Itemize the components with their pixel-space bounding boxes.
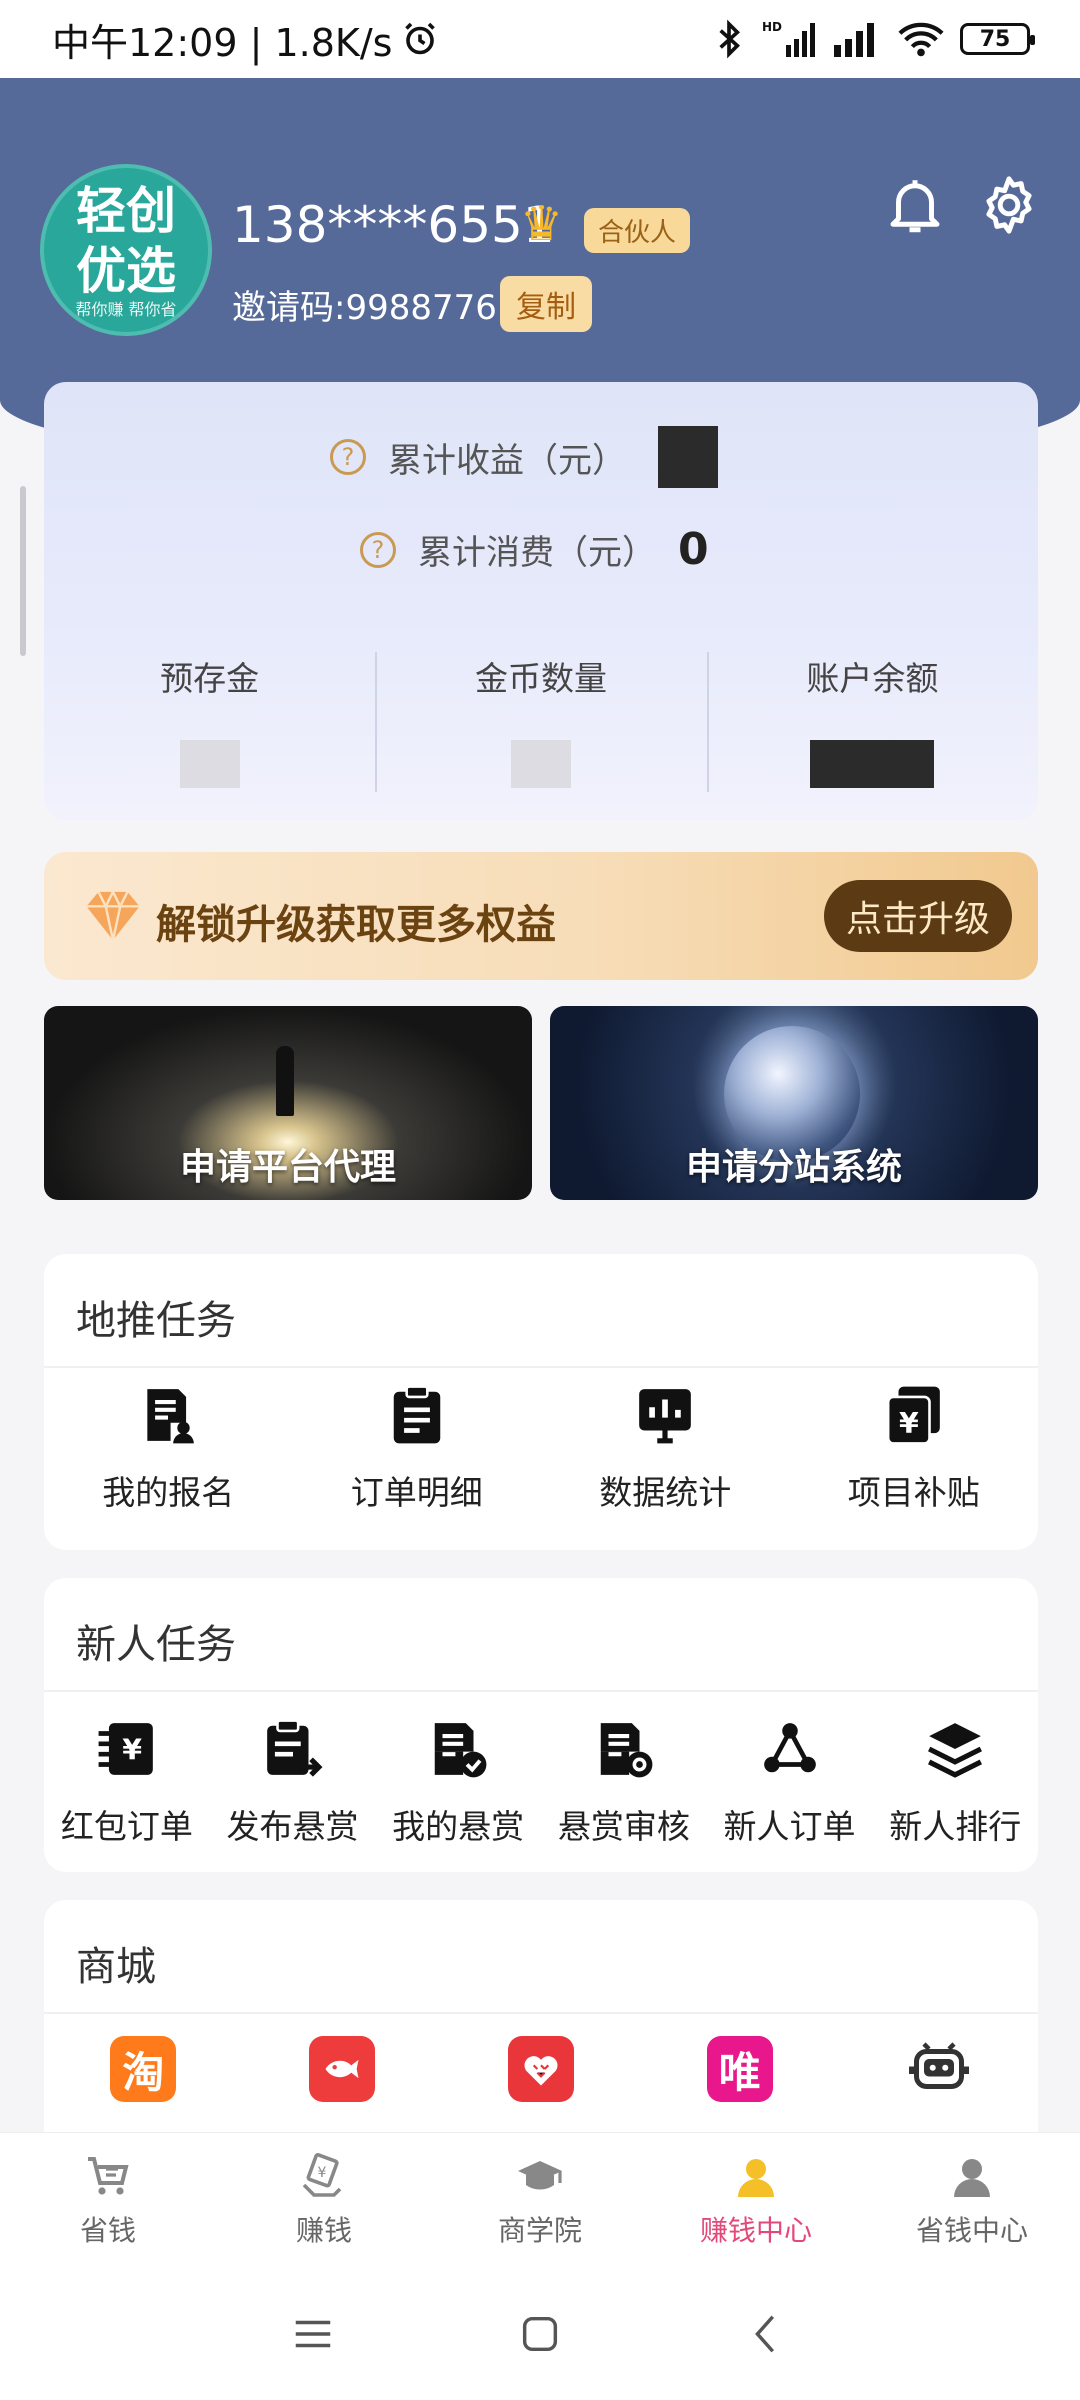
battery-indicator: 75 <box>960 23 1035 55</box>
my-reward-icon <box>434 1723 487 1778</box>
money-hand-icon: ¥ <box>302 2152 342 2197</box>
nav-saving-center[interactable]: 省钱中心 <box>864 2133 1080 2268</box>
status-time: 中午12:09 | 1.8K/s <box>52 20 393 65</box>
section-title: 地推任务 <box>76 1298 236 1344</box>
grid-item-newbie-ranking[interactable]: 新人排行 <box>872 1718 1038 1848</box>
masked-value <box>510 740 571 788</box>
robot-icon <box>906 2036 972 2102</box>
signal-hd-icon: HD <box>762 20 815 57</box>
divider <box>44 1366 1038 1368</box>
partner-badge: 合伙人 <box>584 208 691 253</box>
upgrade-banner[interactable]: 解锁升级获取更多权益 点击升级 <box>44 852 1038 980</box>
cart-icon <box>88 2156 129 2195</box>
vipshop-icon: 唯 <box>706 2036 773 2102</box>
menu-icon[interactable] <box>290 2311 336 2357</box>
fish-icon <box>309 2036 376 2102</box>
promo-label: 申请分站系统 <box>685 1147 902 1188</box>
section-title: 新人任务 <box>76 1622 236 1668</box>
shop-item-taobao[interactable]: 淘 <box>44 2036 243 2102</box>
section-title: 商城 <box>76 1944 156 1990</box>
stat-columns: 预存金 金币数量 账户余额 <box>44 652 1038 792</box>
promo-label: 申请平台代理 <box>179 1147 396 1188</box>
bar-chart-icon <box>639 1389 692 1444</box>
divider <box>44 2012 1038 2014</box>
graduation-cap-icon <box>518 2160 562 2189</box>
svg-text:¥: ¥ <box>122 1733 142 1766</box>
upgrade-button[interactable]: 点击升级 <box>823 880 1012 952</box>
bluetooth-icon <box>719 19 740 59</box>
taobao-icon: 淘 <box>110 2036 177 2102</box>
shop-item-pinduoduo[interactable] <box>442 2036 641 2102</box>
bottom-nav: 省钱 ¥ 赚钱 商学院 赚钱中心 省钱中心 <box>0 2132 1080 2268</box>
pinduoduo-icon <box>507 2036 574 2102</box>
yen-cards-icon: ¥ <box>886 1386 940 1445</box>
ground-tasks-section: 地推任务 我的报名 订单明细 数据统计 ¥ 项目补贴 <box>44 1254 1038 1550</box>
svg-text:HD: HD <box>762 20 782 34</box>
gear-icon[interactable] <box>976 172 1042 238</box>
clipboard-icon <box>393 1385 440 1444</box>
red-packet-icon: ¥ <box>98 1723 153 1775</box>
nav-earning-center[interactable]: 赚钱中心 <box>648 2133 864 2268</box>
back-icon[interactable] <box>744 2311 790 2357</box>
shop-item-jd[interactable] <box>243 2036 442 2102</box>
grid-item-newbie-orders[interactable]: 新人订单 <box>707 1718 873 1848</box>
home-icon[interactable] <box>517 2311 563 2357</box>
total-spend-value: 0 <box>678 524 709 575</box>
promo-apply-agent[interactable]: 申请平台代理 <box>44 1006 532 1200</box>
promo-apply-substation[interactable]: 申请分站系统 <box>550 1006 1038 1200</box>
divider <box>44 1690 1038 1692</box>
shop-item-robot[interactable] <box>839 2036 1038 2102</box>
status-bar: 中午12:09 | 1.8K/s HD 75 <box>0 0 1080 78</box>
stat-prepaid[interactable]: 预存金 <box>44 652 375 788</box>
grid-item-publish-reward[interactable]: 发布悬赏 <box>210 1718 376 1848</box>
user-gray-icon <box>954 2158 990 2197</box>
svg-text:¥: ¥ <box>899 1407 919 1440</box>
upgrade-text: 解锁升级获取更多权益 <box>156 902 556 948</box>
grid-item-reward-review[interactable]: 悬赏审核 <box>541 1718 707 1848</box>
grid-item-red-packet-orders[interactable]: ¥ 红包订单 <box>44 1718 210 1848</box>
stats-card: ? 累计收益（元） ? 累计消费（元） 0 预存金 金币数量 账户余额 <box>44 382 1038 820</box>
network-icon <box>763 1723 816 1773</box>
shop-item-vipshop[interactable]: 唯 <box>640 2036 839 2102</box>
nav-save-money[interactable]: 省钱 <box>0 2133 216 2268</box>
review-icon <box>600 1723 653 1778</box>
crown-icon: ♛ <box>520 196 564 252</box>
grid-item-my-registration[interactable]: 我的报名 <box>44 1384 293 1514</box>
scroll-indicator <box>20 486 26 656</box>
invite-code: 邀请码:9988776 <box>232 288 497 328</box>
registration-doc-icon <box>147 1389 195 1444</box>
grid-item-project-subsidy[interactable]: ¥ 项目补贴 <box>790 1384 1039 1514</box>
help-icon[interactable]: ? <box>360 531 396 568</box>
diamond-icon <box>86 889 140 941</box>
total-income-row: ? 累计收益（元） <box>330 426 718 488</box>
system-nav-bar <box>0 2268 1080 2400</box>
publish-reward-icon <box>266 1719 322 1777</box>
grid-item-my-reward[interactable]: 我的悬赏 <box>375 1718 541 1848</box>
stat-balance[interactable]: 账户余额 <box>706 652 1038 792</box>
masked-value <box>810 740 935 788</box>
masked-value <box>179 740 240 788</box>
user-phone: 138****6551 <box>232 196 555 254</box>
nav-business-school[interactable]: 商学院 <box>432 2133 648 2268</box>
layers-icon <box>928 1723 983 1778</box>
bell-icon[interactable] <box>882 172 948 238</box>
help-icon[interactable]: ? <box>330 439 366 475</box>
wifi-icon <box>898 22 944 57</box>
stat-coins[interactable]: 金币数量 <box>375 652 706 792</box>
nav-earn-money[interactable]: ¥ 赚钱 <box>216 2133 432 2268</box>
silhouette-image <box>276 1046 294 1116</box>
copy-button[interactable]: 复制 <box>500 276 592 332</box>
app-logo: 轻创 优选 帮你赚 帮你省 <box>40 164 212 336</box>
svg-text:¥: ¥ <box>318 2165 327 2181</box>
grid-item-data-stats[interactable]: 数据统计 <box>541 1384 790 1514</box>
grid-item-order-details[interactable]: 订单明细 <box>293 1384 542 1514</box>
total-spend-row: ? 累计消费（元） 0 <box>360 524 709 575</box>
masked-income-value <box>658 426 718 488</box>
alarm-icon <box>405 22 436 55</box>
newbie-tasks-section: 新人任务 ¥ 红包订单 发布悬赏 我的悬赏 悬赏审核 新人订单 新人排行 <box>44 1578 1038 1872</box>
user-icon <box>738 2158 774 2197</box>
signal-icon <box>834 23 874 57</box>
